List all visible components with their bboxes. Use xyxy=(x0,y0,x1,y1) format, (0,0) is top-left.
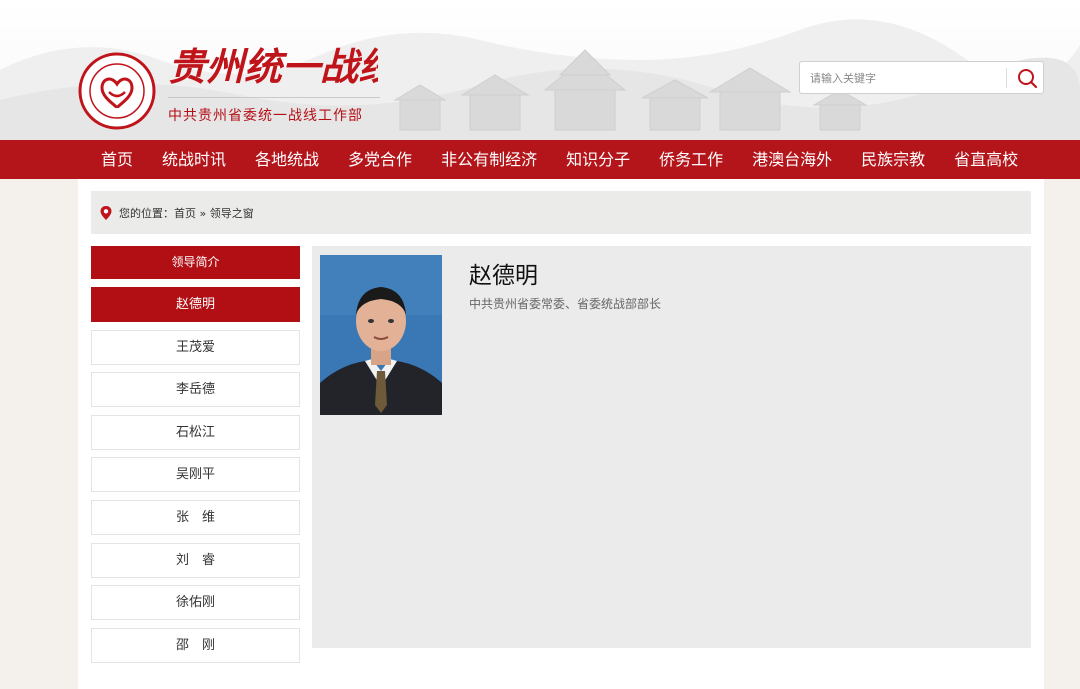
site-header: 贵州统一战线 中共贵州省委统一战线工作部 xyxy=(0,0,1080,140)
sidebar-item-leader[interactable]: 李岳德 xyxy=(91,372,300,408)
breadcrumb-text: 您的位置：首页 » 领导之窗 xyxy=(119,205,254,221)
logo-divider xyxy=(168,97,380,98)
sidebar-item-leader[interactable]: 刘 睿 xyxy=(91,542,300,578)
breadcrumb-home-link[interactable]: 首页 xyxy=(174,207,196,220)
sidebar-item-leader[interactable]: 张 维 xyxy=(91,499,300,535)
nav-item-news[interactable]: 统战时讯 xyxy=(162,140,226,179)
sidebar-item-leader[interactable]: 邵 刚 xyxy=(91,627,300,663)
nav-list: 首页 统战时讯 各地统战 多党合作 非公有制经济 知识分子 侨务工作 港澳台海外… xyxy=(88,140,1018,179)
nav-item-overseas-chinese[interactable]: 侨务工作 xyxy=(659,140,723,179)
sidebar-item-leader[interactable]: 王茂爱 xyxy=(91,329,300,365)
nav-item-ethnic-religion[interactable]: 民族宗教 xyxy=(861,140,925,179)
nav-item-nonpublic-economy[interactable]: 非公有制经济 xyxy=(441,140,537,179)
sidebar-item-leader[interactable]: 吴刚平 xyxy=(91,457,300,493)
breadcrumb-separator: » xyxy=(199,207,207,220)
profile-panel: 赵德明 中共贵州省委常委、省委统战部部长 xyxy=(312,246,1031,648)
portrait-image xyxy=(320,255,442,415)
nav-item-hk-macao-taiwan[interactable]: 港澳台海外 xyxy=(752,140,832,179)
main-nav: 首页 统战时讯 各地统战 多党合作 非公有制经济 知识分子 侨务工作 港澳台海外… xyxy=(0,140,1080,179)
leader-portrait xyxy=(320,255,442,415)
sidebar-heading: 领导简介 xyxy=(91,246,300,279)
logo-calligraphy-title: 贵州统一战线 xyxy=(168,44,378,89)
nav-item-multiparty[interactable]: 多党合作 xyxy=(348,140,412,179)
breadcrumb: 您的位置：首页 » 领导之窗 xyxy=(91,191,1031,234)
breadcrumb-current[interactable]: 领导之窗 xyxy=(210,207,254,220)
nav-item-universities[interactable]: 省直高校 xyxy=(954,140,1018,179)
logo-subtitle: 中共贵州省委统一战线工作部 xyxy=(168,108,363,124)
search-input[interactable] xyxy=(810,68,1000,88)
sidebar-item-leader[interactable]: 石松江 xyxy=(91,414,300,450)
svg-text:贵州统一战线: 贵州统一战线 xyxy=(168,44,378,89)
search-box[interactable] xyxy=(799,61,1044,94)
sidebar-item-leader[interactable]: 赵德明 xyxy=(91,287,300,322)
profile-title: 中共贵州省委常委、省委统战部部长 xyxy=(469,297,662,311)
breadcrumb-prefix: 您的位置： xyxy=(119,207,174,220)
nav-item-regions[interactable]: 各地统战 xyxy=(255,140,319,179)
sidebar-item-leader[interactable]: 徐佑刚 xyxy=(91,585,300,621)
nav-item-home[interactable]: 首页 xyxy=(101,140,133,179)
main-panel: 您的位置：首页 » 领导之窗 领导简介 赵德明 王茂爱 李岳德 石松江 吴刚平 … xyxy=(78,179,1044,689)
logo-seal-icon xyxy=(78,52,156,130)
profile-name: 赵德明 xyxy=(469,263,538,289)
search-icon xyxy=(1018,69,1038,89)
search-divider xyxy=(1006,68,1007,88)
nav-item-intellectuals[interactable]: 知识分子 xyxy=(566,140,630,179)
leader-sidebar: 领导简介 赵德明 王茂爱 李岳德 石松江 吴刚平 张 维 刘 睿 徐佑刚 邵 刚 xyxy=(91,246,300,670)
location-pin-icon xyxy=(100,206,112,220)
search-button[interactable] xyxy=(1012,64,1042,92)
